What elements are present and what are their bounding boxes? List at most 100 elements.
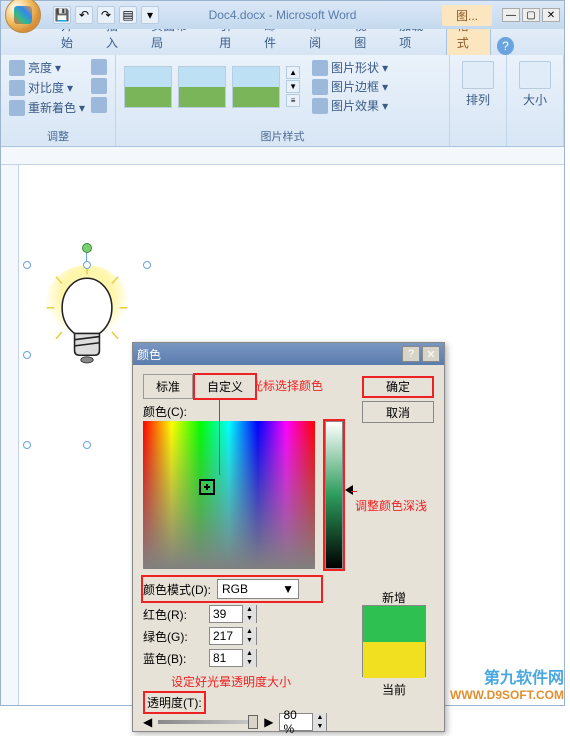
spin-down-button[interactable]: ▼: [242, 636, 256, 645]
effect-icon: [312, 98, 328, 114]
size-button[interactable]: 大小: [515, 59, 555, 110]
pic-shape-button[interactable]: 图片形状▾: [312, 59, 388, 76]
spin-down-button[interactable]: ▼: [242, 658, 256, 667]
chevron-down-icon: ▾: [79, 101, 85, 115]
ruler-horizontal[interactable]: [1, 147, 564, 165]
spin-up-button[interactable]: ▲: [242, 627, 256, 636]
transparency-input[interactable]: 80 %▲▼: [279, 713, 327, 731]
window-title: Doc4.docx - Microsoft Word: [209, 8, 357, 22]
ribbon: 亮度▾ 对比度▾ 重新着色▾ 调整 ▲ ▼ ≡: [1, 55, 564, 147]
spin-up-button[interactable]: ▲: [242, 605, 256, 614]
size-label: 大小: [523, 91, 547, 108]
brightness-button[interactable]: 亮度▾: [9, 59, 85, 76]
recolor-button[interactable]: 重新着色▾: [9, 99, 85, 116]
spin-down-button[interactable]: ▼: [312, 722, 326, 731]
reset-pic-button[interactable]: [91, 97, 107, 113]
watermark: 第九软件网 WWW.D9SOFT.COM: [450, 664, 564, 702]
resize-handle-nw[interactable]: [23, 261, 31, 269]
dialog-help-button[interactable]: ?: [402, 346, 420, 362]
spin-up-button[interactable]: ▲: [242, 649, 256, 658]
office-button[interactable]: [5, 0, 41, 33]
color-field[interactable]: [143, 421, 315, 569]
arrange-label: 排列: [466, 91, 490, 108]
style-thumb-2[interactable]: [178, 66, 226, 108]
style-thumb-1[interactable]: [124, 66, 172, 108]
blue-input[interactable]: 81▲▼: [209, 649, 257, 667]
save-button[interactable]: 💾: [53, 6, 71, 24]
dialog-body: 标准 自定义 确定 取消 颜色(C): 颜色模式(D): RGB▼: [133, 365, 444, 731]
style-thumb-3[interactable]: [232, 66, 280, 108]
chevron-down-icon: ▾: [382, 99, 388, 113]
rotation-handle[interactable]: [82, 243, 92, 253]
color-dialog: 颜色 ? ✕ 标准 自定义 确定 取消 颜色(C):: [132, 342, 445, 732]
pic-border-button[interactable]: 图片边框▾: [312, 78, 388, 95]
green-value: 217: [210, 629, 242, 643]
pic-border-label: 图片边框: [331, 78, 379, 95]
arrange-button[interactable]: 排列: [458, 59, 498, 110]
tab-standard[interactable]: 标准: [143, 374, 193, 399]
close-button[interactable]: ✕: [542, 8, 560, 22]
red-value: 39: [210, 607, 242, 621]
resize-handle-s[interactable]: [83, 441, 91, 449]
resize-handle-sw[interactable]: [23, 441, 31, 449]
gallery-up-button[interactable]: ▲: [286, 66, 300, 79]
red-input[interactable]: 39▲▼: [209, 605, 257, 623]
print-button[interactable]: ▤: [119, 6, 137, 24]
gallery-down-button[interactable]: ▼: [286, 80, 300, 93]
redo-button[interactable]: ↷: [97, 6, 115, 24]
maximize-button[interactable]: ▢: [522, 8, 540, 22]
pic-effect-button[interactable]: 图片效果▾: [312, 97, 388, 114]
arrange-icon: [462, 61, 494, 89]
green-input[interactable]: 217▲▼: [209, 627, 257, 645]
new-color-label: 新增: [382, 589, 406, 606]
size-icon: [519, 61, 551, 89]
selected-image[interactable]: [27, 265, 147, 445]
lightness-bar[interactable]: [325, 421, 343, 569]
lightness-pointer[interactable]: [345, 485, 353, 495]
spin-down-button[interactable]: ▼: [242, 614, 256, 623]
contrast-button[interactable]: 对比度▾: [9, 79, 85, 96]
annotation-transp: 设定好光晕透明度大小: [171, 673, 291, 690]
dialog-close-button[interactable]: ✕: [422, 346, 440, 362]
document-area[interactable]: 颜色 ? ✕ 标准 自定义 确定 取消 颜色(C):: [1, 165, 564, 705]
color-mode-select[interactable]: RGB▼: [217, 579, 299, 599]
resize-handle-n[interactable]: [83, 261, 91, 269]
chevron-down-icon: ▾: [382, 80, 388, 94]
titlebar-right: 图... — ▢ ✕: [442, 5, 560, 26]
dialog-titlebar[interactable]: 颜色 ? ✕: [133, 343, 444, 365]
transparency-label: 透明度(T):: [143, 691, 206, 714]
office-logo-icon: [14, 6, 32, 24]
cancel-button[interactable]: 取消: [362, 401, 434, 423]
red-label: 红色(R):: [143, 606, 203, 623]
blue-value: 81: [210, 651, 242, 665]
spin-up-button[interactable]: ▲: [312, 713, 326, 722]
transparency-slider[interactable]: [158, 720, 258, 724]
doc-title-text: Doc4.docx - Microsoft Word: [209, 8, 357, 22]
watermark-text-2: WWW.D9SOFT.COM: [450, 688, 564, 702]
current-color-label: 当前: [382, 681, 406, 698]
undo-button[interactable]: ↶: [75, 6, 93, 24]
resize-handle-w[interactable]: [23, 351, 31, 359]
slider-thumb[interactable]: [248, 715, 258, 729]
compress-button[interactable]: [91, 59, 107, 75]
color-cursor-icon[interactable]: [199, 479, 215, 495]
tab-custom[interactable]: 自定义: [193, 373, 257, 400]
help-button[interactable]: ?: [497, 37, 514, 55]
minimize-button[interactable]: —: [502, 8, 520, 22]
slider-right-icon: ▶: [264, 715, 273, 729]
ok-button[interactable]: 确定: [362, 376, 434, 398]
dialog-title-text: 颜色: [137, 346, 161, 363]
gallery-more-button[interactable]: ≡: [286, 94, 300, 107]
change-pic-button[interactable]: [91, 78, 107, 94]
annotation-line: [219, 389, 220, 475]
resize-handle-ne[interactable]: [143, 261, 151, 269]
qat-more-button[interactable]: ▾: [141, 6, 159, 24]
color-preview: [362, 605, 426, 677]
mode-label: 颜色模式(D):: [143, 581, 211, 598]
ruler-vertical[interactable]: [1, 165, 19, 705]
group-arrange: 排列: [450, 55, 507, 146]
slider-left-icon: ◀: [143, 715, 152, 729]
group-adjust: 亮度▾ 对比度▾ 重新着色▾ 调整: [1, 55, 116, 146]
ribbon-tabs: 开始 插入 页面布局 引用 邮件 审阅 视图 加载项 格式 ?: [1, 29, 564, 55]
group-styles-label: 图片样式: [124, 126, 441, 144]
